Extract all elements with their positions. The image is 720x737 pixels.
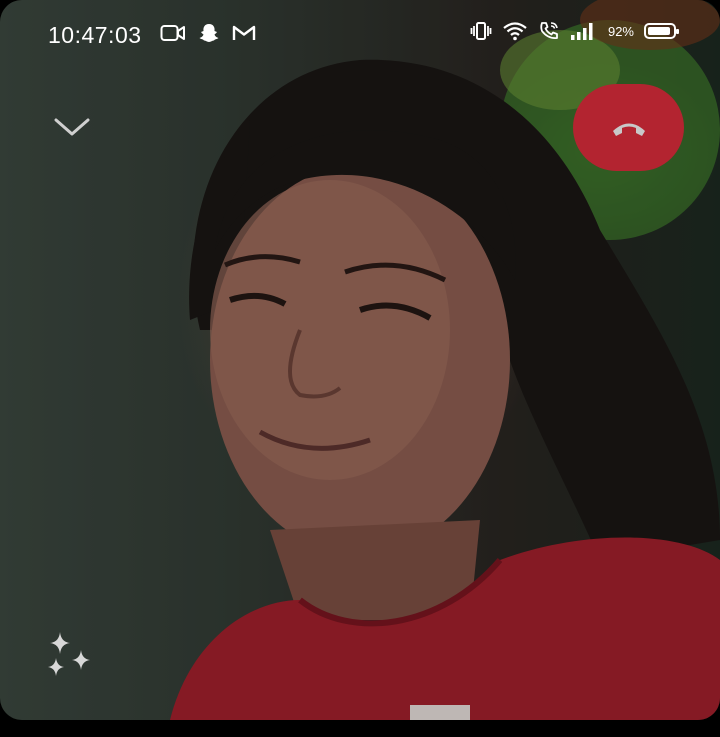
- battery-icon: [644, 23, 679, 39]
- minimize-call-button[interactable]: [52, 112, 92, 142]
- video-camera-icon: [160, 25, 185, 41]
- signal-icon: [570, 23, 593, 40]
- wifi-calling-icon: [540, 22, 558, 40]
- wifi-icon: [503, 22, 527, 41]
- snapchat-icon: [199, 24, 219, 42]
- bottom-edge: [0, 720, 720, 737]
- end-call-button[interactable]: [573, 84, 684, 171]
- battery-percentage: 92%: [607, 23, 634, 39]
- notification-icons: [160, 22, 256, 44]
- status-time: 10:47:03: [48, 22, 142, 48]
- sparkles-icon: [48, 632, 90, 676]
- video-call-screen: 10:47:03 92%: [0, 0, 720, 720]
- effects-button[interactable]: [40, 628, 96, 684]
- vibrate-icon: [470, 22, 492, 40]
- status-bar: 10:47:03 92%: [0, 0, 720, 70]
- battery-level-fill: [648, 27, 670, 35]
- gmail-icon: [232, 25, 256, 40]
- phone-hangup-icon: [612, 123, 645, 136]
- system-icons: 92%: [470, 20, 679, 42]
- chevron-down-icon: [54, 118, 90, 136]
